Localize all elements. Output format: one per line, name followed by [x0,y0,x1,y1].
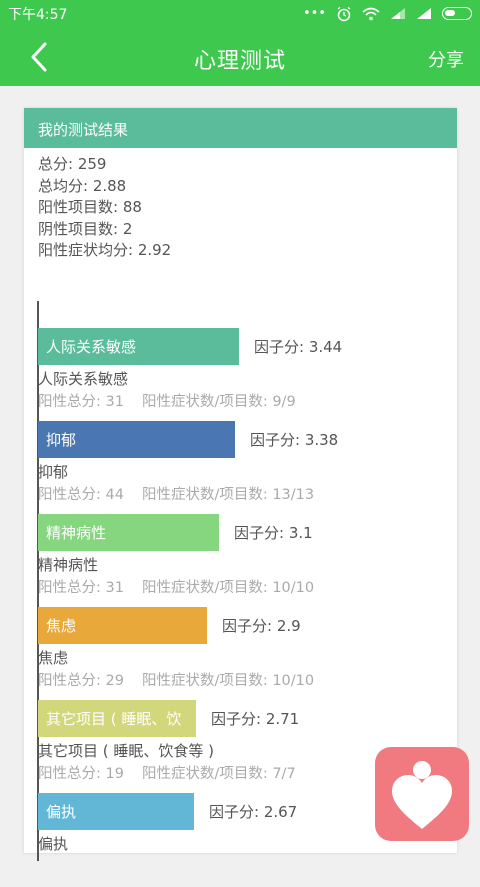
factor-score: 因子分: 2.67 [209,803,298,821]
card-header: 我的测试结果 [24,108,457,148]
factor-name: 精神病性 [38,556,99,574]
factor-name: 偏执 [38,835,69,853]
factor-meta: 阳性总分: 31 阳性症状数/项目数: 9/9 [38,394,296,410]
factor-item: 抑郁 因子分: 3.38 抑郁 阳性总分: 44 阳性症状数/项目数: 13/13 [38,421,458,515]
factor-bar: 精神病性 [38,514,219,551]
factor-name: 人际关系敏感 [38,370,129,388]
nav-bar: 心理测试 分享 [0,27,480,86]
factor-score: 因子分: 3.38 [250,431,339,449]
page-title: 心理测试 [193,49,286,74]
summary: 总分: 259 总均分: 2.88 阳性项目数: 88 阴性项目数: 2 阳性症… [24,148,457,262]
summary-total: 总分: 259 [38,155,107,173]
status-icons: ••• [303,6,472,22]
factor-bar: 人际关系敏感 [38,328,239,365]
floating-app-button[interactable] [375,747,469,841]
signal-icon [417,8,431,19]
status-bar: 下午4:57 ••• [0,0,480,27]
factor-item: 人际关系敏感 因子分: 3.44 人际关系敏感 阳性总分: 31 阳性症状数/项目… [38,328,458,422]
factor-bar: 偏执 [38,793,194,830]
factor-score: 因子分: 2.9 [222,617,301,635]
wifi-icon [362,7,380,20]
factor-bar: 抑郁 [38,421,235,458]
signal-icon [391,8,405,19]
summary-positive-average: 阳性症状均分: 2.92 [38,241,172,259]
factor-score: 因子分: 3.1 [234,524,313,542]
status-time: 下午4:57 [8,6,68,23]
factor-name: 其它项目 ( 睡眠、饮食等 ) [38,742,215,760]
factor-meta: 阳性总分: 19 阳性症状数/项目数: 7/7 [38,766,296,782]
summary-positive-count: 阳性项目数: 88 [38,198,142,216]
summary-average: 总均分: 2.88 [38,176,127,195]
heart-person-icon [392,761,452,829]
dots-icon: ••• [302,6,326,21]
factor-meta [38,855,56,871]
factor-name: 抑郁 [38,463,69,481]
factor-bar: 焦虑 [38,607,207,644]
factor-name: 焦虑 [38,649,69,667]
factor-item: 精神病性 因子分: 3.1 精神病性 阳性总分: 31 阳性症状数/项目数: 10… [38,514,458,608]
alarm-icon [337,6,351,21]
factor-meta: 阳性总分: 29 阳性症状数/项目数: 10/10 [38,673,315,689]
result-card: 我的测试结果 总分: 259 总均分: 2.88 阳性项目数: 88 阴性项目数… [24,108,458,861]
factor-meta: 阳性总分: 31 阳性症状数/项目数: 10/10 [38,580,315,596]
summary-negative-count: 阴性项目数: 2 [38,219,133,238]
factor-item: 焦虑 因子分: 2.9 焦虑 阳性总分: 29 阳性症状数/项目数: 10/10 [38,607,458,701]
battery-icon [442,7,472,20]
share-button[interactable]: 分享 [428,46,464,72]
factor-score: 因子分: 2.71 [211,710,300,728]
factor-score: 因子分: 3.44 [254,338,343,356]
factor-bar: 其它项目 ( 睡眠、饮 [38,700,196,737]
factor-meta: 阳性总分: 44 阳性症状数/项目数: 13/13 [38,487,315,503]
